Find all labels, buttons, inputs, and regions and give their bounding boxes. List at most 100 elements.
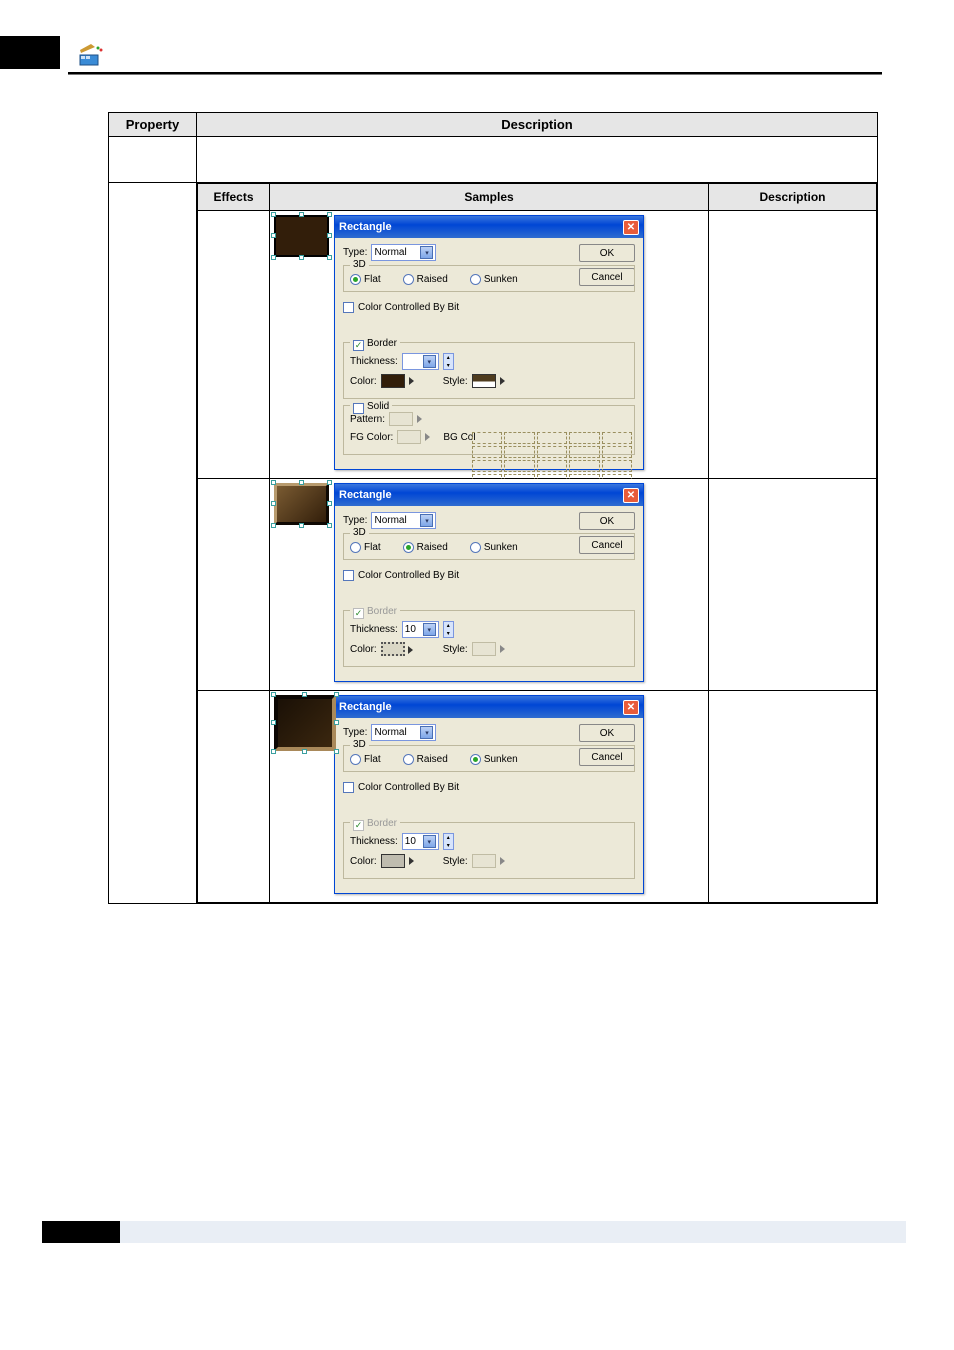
col-description: Description: [197, 113, 878, 137]
col-samples: Samples: [270, 184, 709, 211]
type-combo[interactable]: Normal ▾: [371, 244, 436, 261]
style-label: Style:: [443, 644, 468, 655]
type-label: Type:: [343, 515, 367, 526]
ok-button[interactable]: OK: [579, 244, 635, 262]
border-label: Border: [367, 606, 397, 617]
radio-sunken-label: Sunken: [484, 542, 518, 553]
radio-flat-label: Flat: [364, 754, 381, 765]
color-swatch[interactable]: [381, 854, 405, 868]
radio-flat-label: Flat: [364, 542, 381, 553]
border-label: Border: [367, 818, 397, 829]
thickness-spinner[interactable]: ▴▾: [443, 353, 454, 370]
radio-sunken[interactable]: Sunken: [470, 274, 518, 285]
ok-button[interactable]: OK: [579, 724, 635, 742]
checkbox-border[interactable]: [353, 340, 364, 351]
color-by-bit-label: Color Controlled By Bit: [358, 570, 459, 581]
radio-raised[interactable]: Raised: [403, 542, 448, 553]
style-label: Style:: [443, 376, 468, 387]
bgcolor-label: BG Col: [443, 432, 475, 443]
color-by-bit-label: Color Controlled By Bit: [358, 302, 459, 313]
chevron-down-icon[interactable]: ▾: [420, 726, 433, 739]
effects-cell-2: [198, 479, 270, 691]
dialog-sunken: Rectangle ✕ OK Cancel Type:: [334, 695, 644, 894]
color-swatch[interactable]: [381, 374, 405, 388]
footer-black-bar: [42, 1221, 120, 1243]
preview-sunken: [274, 695, 336, 751]
close-icon[interactable]: ✕: [623, 700, 639, 715]
checkbox-color-by-bit[interactable]: Color Controlled By Bit: [343, 302, 459, 313]
type-value: Normal: [374, 247, 420, 258]
type-label: Type:: [343, 247, 367, 258]
thickness-label: Thickness:: [350, 624, 398, 635]
color-swatch[interactable]: [381, 642, 405, 656]
side-black-bar: [0, 36, 60, 69]
thickness-spinner[interactable]: ▴▾: [443, 621, 454, 638]
fgcolor-label: FG Color:: [350, 432, 393, 443]
legend-border: Border: [350, 336, 400, 351]
header-logo-icon: [78, 44, 103, 66]
ok-button[interactable]: OK: [579, 512, 635, 530]
radio-raised-label: Raised: [417, 542, 448, 553]
col-description2: Description: [709, 184, 877, 211]
color-label: Color:: [350, 856, 377, 867]
thickness-label: Thickness:: [350, 836, 398, 847]
desc-cell-1: [709, 211, 877, 479]
checkbox-color-by-bit[interactable]: Color Controlled By Bit: [343, 782, 459, 793]
thickness-spinner[interactable]: ▴▾: [443, 833, 454, 850]
thickness-val: 10: [405, 836, 423, 847]
legend-border: Border: [350, 604, 400, 619]
color-label: Color:: [350, 376, 377, 387]
legend-border: Border: [350, 816, 400, 831]
radio-flat[interactable]: Flat: [350, 754, 381, 765]
chevron-down-icon[interactable]: ▾: [420, 246, 433, 259]
checkbox-solid[interactable]: [353, 403, 364, 414]
chevron-down-icon[interactable]: ▾: [423, 835, 436, 848]
radio-sunken-label: Sunken: [484, 754, 518, 765]
close-icon[interactable]: ✕: [623, 220, 639, 235]
prop-cell-empty: [109, 137, 197, 183]
thickness-combo[interactable]: ▾: [402, 353, 439, 370]
desc-cell-3: [709, 691, 877, 903]
dialog-title: Rectangle: [339, 221, 392, 233]
type-combo[interactable]: Normal ▾: [371, 724, 436, 741]
close-icon[interactable]: ✕: [623, 488, 639, 503]
radio-sunken[interactable]: Sunken: [470, 754, 518, 765]
pattern-swatch[interactable]: [389, 412, 413, 426]
chevron-down-icon[interactable]: ▾: [423, 623, 436, 636]
checkbox-border: [353, 820, 364, 831]
sample-cell-1: Rectangle ✕ OK Cancel Type:: [270, 211, 709, 479]
preview-flat: [274, 215, 329, 257]
checkbox-border: [353, 608, 364, 619]
style-swatch[interactable]: [472, 374, 496, 388]
footer-gray-bar: [120, 1221, 906, 1243]
sample-cell-3: Rectangle ✕ OK Cancel Type:: [270, 691, 709, 903]
style-swatch[interactable]: [472, 854, 496, 868]
solid-label: Solid: [367, 401, 389, 412]
style-swatch[interactable]: [472, 642, 496, 656]
checkbox-color-by-bit[interactable]: Color Controlled By Bit: [343, 570, 459, 581]
desc-cell-2: [709, 479, 877, 691]
fgcolor-swatch[interactable]: [397, 430, 421, 444]
effects-cell-1: [198, 211, 270, 479]
border-label: Border: [367, 338, 397, 349]
type-combo[interactable]: Normal ▾: [371, 512, 436, 529]
color-label: Color:: [350, 644, 377, 655]
chevron-down-icon[interactable]: ▾: [423, 355, 436, 368]
radio-flat[interactable]: Flat: [350, 542, 381, 553]
prop-cell: [109, 183, 197, 904]
thickness-label: Thickness:: [350, 356, 398, 367]
radio-raised[interactable]: Raised: [403, 274, 448, 285]
radio-sunken-label: Sunken: [484, 274, 518, 285]
radio-raised[interactable]: Raised: [403, 754, 448, 765]
radio-flat-label: Flat: [364, 274, 381, 285]
type-label: Type:: [343, 727, 367, 738]
radio-raised-label: Raised: [417, 754, 448, 765]
color-by-bit-label: Color Controlled By Bit: [358, 782, 459, 793]
radio-sunken[interactable]: Sunken: [470, 542, 518, 553]
radio-flat[interactable]: Flat: [350, 274, 381, 285]
legend-solid: Solid: [350, 399, 392, 414]
thickness-combo[interactable]: 10 ▾: [402, 621, 439, 638]
chevron-down-icon[interactable]: ▾: [420, 514, 433, 527]
thickness-combo[interactable]: 10 ▾: [402, 833, 439, 850]
radio-raised-label: Raised: [417, 274, 448, 285]
